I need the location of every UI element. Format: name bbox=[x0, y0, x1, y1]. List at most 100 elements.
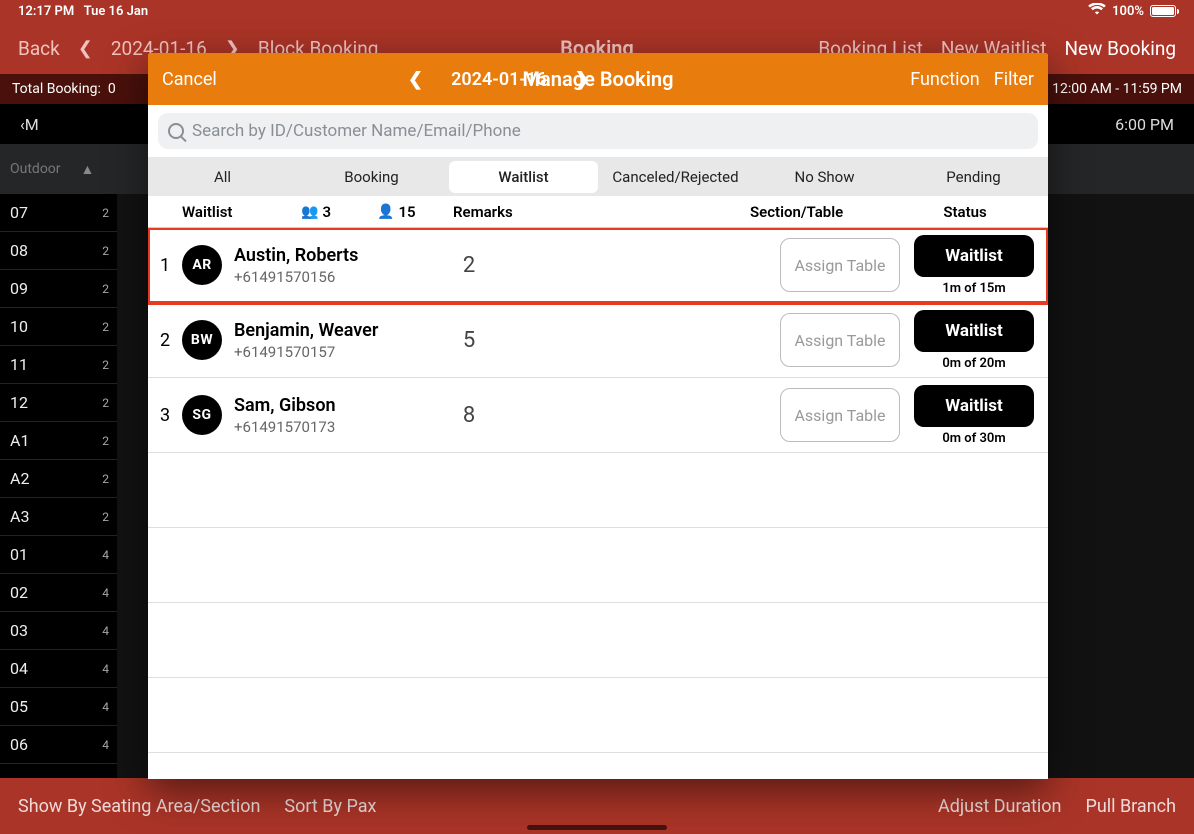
times-left: ‹M bbox=[20, 115, 39, 134]
table-label: 02 bbox=[10, 583, 28, 602]
customer-phone: +61491570173 bbox=[234, 418, 444, 436]
search-wrapper: Search by ID/Customer Name/Email/Phone bbox=[148, 105, 1048, 158]
side-table-list[interactable]: 072082092102112122A12A22A320140240340440… bbox=[0, 194, 117, 778]
side-row[interactable]: 044 bbox=[0, 650, 117, 688]
waitlist-row[interactable]: 3 SG Sam, Gibson +61491570173 8 Assign T… bbox=[148, 378, 1048, 453]
search-placeholder: Search by ID/Customer Name/Email/Phone bbox=[192, 121, 521, 141]
assign-table-button[interactable]: Assign Table bbox=[780, 388, 900, 442]
chevron-up-icon: ▲ bbox=[81, 161, 95, 178]
waitlist-row[interactable]: 1 AR Austin, Roberts +61491570156 2 Assi… bbox=[148, 228, 1048, 303]
times-right: 6:00 PM bbox=[1115, 115, 1174, 134]
status-date: Tue 16 Jan bbox=[84, 4, 149, 19]
side-row[interactable]: A2 2 bbox=[0, 460, 117, 498]
tab-waitlist[interactable]: Waitlist bbox=[449, 161, 598, 193]
pax-count: 5 bbox=[444, 328, 494, 353]
side-row[interactable]: 102 bbox=[0, 308, 117, 346]
manage-booking-modal: Cancel ❮ 2024-01-16 ❯ Manage Booking Fun… bbox=[148, 53, 1048, 779]
table-label: A2 bbox=[10, 469, 29, 488]
empty-row bbox=[148, 528, 1048, 603]
side-row[interactable]: 034 bbox=[0, 612, 117, 650]
empty-row bbox=[148, 453, 1048, 528]
col-waitlist: Waitlist bbox=[166, 203, 301, 221]
table-capacity: 2 bbox=[102, 206, 109, 220]
col-status: Status bbox=[900, 203, 1030, 221]
table-label: 09 bbox=[10, 279, 28, 298]
wait-timer: 0m of 30m bbox=[942, 431, 1005, 446]
side-row[interactable]: 024 bbox=[0, 574, 117, 612]
time-range: 12:00 AM - 11:59 PM bbox=[1052, 81, 1182, 97]
tab-pending[interactable]: Pending bbox=[899, 158, 1048, 196]
cancel-button[interactable]: Cancel bbox=[162, 69, 217, 90]
table-label: 04 bbox=[10, 659, 28, 678]
waitlist-rows[interactable]: 1 AR Austin, Roberts +61491570156 2 Assi… bbox=[148, 228, 1048, 779]
battery-icon bbox=[1150, 5, 1176, 17]
modal-header: Cancel ❮ 2024-01-16 ❯ Manage Booking Fun… bbox=[148, 53, 1048, 105]
filter-tabs: All Booking Waitlist Canceled/Rejected N… bbox=[148, 158, 1048, 196]
table-label: 08 bbox=[10, 241, 28, 260]
adjust-duration-button[interactable]: Adjust Duration bbox=[938, 796, 1062, 817]
table-label: A3 bbox=[10, 507, 29, 526]
table-capacity: 2 bbox=[102, 320, 109, 334]
table-label: 06 bbox=[10, 735, 28, 754]
group-icon: 👥 bbox=[301, 204, 318, 220]
battery-text: 100% bbox=[1112, 4, 1144, 19]
side-row[interactable]: A3 2 bbox=[0, 498, 117, 536]
tab-noshow[interactable]: No Show bbox=[750, 158, 899, 196]
back-button[interactable]: Back bbox=[18, 37, 60, 60]
table-label: 05 bbox=[10, 697, 28, 716]
side-row[interactable]: 07 2 bbox=[0, 194, 117, 232]
chevron-left-icon[interactable]: ❮ bbox=[78, 38, 93, 59]
status-pill[interactable]: Waitlist bbox=[914, 235, 1034, 277]
table-label: A1 bbox=[10, 431, 29, 450]
table-capacity: 2 bbox=[102, 510, 109, 524]
side-row[interactable]: 12 2 bbox=[0, 384, 117, 422]
search-input[interactable]: Search by ID/Customer Name/Email/Phone bbox=[158, 113, 1038, 149]
col-people: 15 bbox=[398, 203, 415, 221]
row-index: 1 bbox=[160, 255, 182, 276]
col-section: Section/Table bbox=[750, 203, 900, 221]
customer-name: Benjamin, Weaver bbox=[234, 320, 444, 341]
table-label: 07 bbox=[10, 203, 28, 222]
filter-button[interactable]: Filter bbox=[994, 69, 1034, 90]
table-capacity: 2 bbox=[102, 396, 109, 410]
wait-timer: 1m of 15m bbox=[942, 281, 1005, 296]
row-index: 2 bbox=[160, 330, 182, 351]
customer-name: Sam, Gibson bbox=[234, 395, 444, 416]
search-icon bbox=[168, 123, 184, 139]
chevron-left-icon[interactable]: ❮ bbox=[408, 69, 423, 90]
side-row[interactable]: 054 bbox=[0, 688, 117, 726]
pull-branch-button[interactable]: Pull Branch bbox=[1085, 796, 1176, 817]
person-icon: 👤 bbox=[377, 204, 394, 220]
function-button[interactable]: Function bbox=[910, 69, 980, 90]
table-capacity: 2 bbox=[102, 472, 109, 486]
tab-booking[interactable]: Booking bbox=[297, 158, 446, 196]
customer-name: Austin, Roberts bbox=[234, 245, 444, 266]
status-pill[interactable]: Waitlist bbox=[914, 310, 1034, 352]
waitlist-row[interactable]: 2 BW Benjamin, Weaver +61491570157 5 Ass… bbox=[148, 303, 1048, 378]
customer-phone: +61491570157 bbox=[234, 343, 444, 361]
table-capacity: 2 bbox=[102, 244, 109, 258]
new-booking-button[interactable]: New Booking bbox=[1064, 37, 1176, 60]
sort-by-button[interactable]: Sort By Pax bbox=[284, 796, 376, 817]
status-pill[interactable]: Waitlist bbox=[914, 385, 1034, 427]
assign-table-button[interactable]: Assign Table bbox=[780, 313, 900, 367]
pax-count: 2 bbox=[444, 253, 494, 278]
side-row[interactable]: 08 2 bbox=[0, 232, 117, 270]
col-groups: 3 bbox=[322, 203, 331, 221]
show-by-button[interactable]: Show By Seating Area/Section bbox=[18, 796, 260, 817]
avatar: BW bbox=[182, 320, 222, 360]
side-row[interactable]: 092 bbox=[0, 270, 117, 308]
table-capacity: 4 bbox=[102, 738, 109, 752]
total-booking-value: 0 bbox=[108, 81, 116, 97]
table-label: 12 bbox=[10, 393, 28, 412]
side-row[interactable]: A12 bbox=[0, 422, 117, 460]
table-label: 03 bbox=[10, 621, 28, 640]
wifi-icon bbox=[1088, 3, 1106, 19]
side-row[interactable]: 06 4 bbox=[0, 726, 117, 764]
tab-all[interactable]: All bbox=[148, 158, 297, 196]
table-label: 11 bbox=[10, 355, 28, 374]
side-row[interactable]: 112 bbox=[0, 346, 117, 384]
side-row[interactable]: 014 bbox=[0, 536, 117, 574]
tab-canceled[interactable]: Canceled/Rejected bbox=[601, 158, 750, 196]
assign-table-button[interactable]: Assign Table bbox=[780, 238, 900, 292]
